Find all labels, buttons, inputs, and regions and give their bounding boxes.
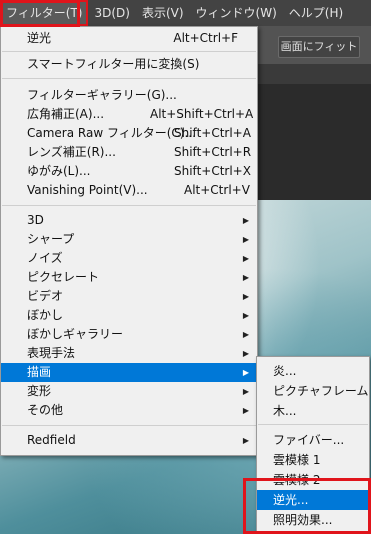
menu-item-filter-gallery[interactable]: フィルターギャラリー(G)... [1, 86, 257, 105]
submenu-item-label: 逆光... [273, 493, 309, 507]
submenu-item-label: 照明効果... [273, 513, 333, 527]
menu-3d[interactable]: 3D(D) [88, 0, 135, 26]
submenu-arrow-icon: ▶ [242, 368, 249, 377]
menu-item-label: Camera Raw フィルター(C)... [27, 126, 196, 140]
submenu-item-label: ファイバー... [273, 433, 345, 447]
menu-item-label: 描画 [27, 365, 52, 379]
submenu-arrow-icon: ▶ [242, 235, 249, 244]
menu-item-pixelate[interactable]: ピクセレート ▶ [1, 268, 257, 287]
menu-item-shortcut: Shift+Ctrl+A [174, 126, 251, 140]
menu-item-label: 変形 [27, 384, 52, 398]
menu-item-label: ビデオ [27, 289, 64, 303]
submenu-item-clouds-2[interactable]: 雲模様 2 [257, 470, 369, 490]
menu-help[interactable]: ヘルプ(H) [283, 0, 349, 26]
menu-item-label: 表現手法 [27, 346, 76, 360]
submenu-item-lens-flare[interactable]: 逆光... [257, 490, 369, 510]
menu-window[interactable]: ウィンドウ(W) [190, 0, 283, 26]
submenu-arrow-icon: ▶ [242, 330, 249, 339]
menu-separator [2, 78, 256, 79]
submenu-item-flame[interactable]: 炎... [257, 361, 369, 381]
menu-item-distort[interactable]: 変形 ▶ [1, 382, 257, 401]
menu-item-label: 3D [27, 213, 44, 227]
menu-separator [2, 425, 256, 426]
submenu-item-label: 木... [273, 404, 297, 418]
render-submenu: 炎... ピクチャフレーム... 木... ファイバー... 雲模様 1 雲模様… [256, 356, 370, 534]
submenu-item-lighting-effects[interactable]: 照明効果... [257, 510, 369, 530]
submenu-item-label: ピクチャフレーム... [273, 384, 370, 398]
menu-item-blur[interactable]: ぼかし ▶ [1, 306, 257, 325]
menu-separator [2, 51, 256, 52]
menu-bar: フィルター(T) 3D(D) 表示(V) ウィンドウ(W) ヘルプ(H) [0, 0, 371, 26]
menu-item-stylize[interactable]: 表現手法 ▶ [1, 344, 257, 363]
menu-item-vanishing-point[interactable]: Vanishing Point(V)... Alt+Ctrl+V [1, 181, 257, 200]
submenu-item-tree[interactable]: 木... [257, 401, 369, 421]
menu-item-shortcut: Shift+Ctrl+R [174, 145, 252, 159]
submenu-arrow-icon: ▶ [242, 273, 249, 282]
menu-item-shortcut: Alt+Ctrl+F [173, 31, 238, 45]
submenu-item-label: 雲模様 1 [273, 453, 321, 467]
menu-item-label: スマートフィルター用に変換(S) [27, 57, 200, 71]
menu-separator [2, 205, 256, 206]
submenu-arrow-icon: ▶ [242, 436, 249, 445]
menu-item-label: レンズ補正(R)... [27, 145, 116, 159]
menu-item-label: ノイズ [27, 251, 63, 265]
menu-item-shortcut: Alt+Shift+Ctrl+A [150, 107, 254, 121]
submenu-arrow-icon: ▶ [242, 387, 249, 396]
menu-item-label: ピクセレート [27, 270, 100, 284]
menu-item-label: ぼかしギャラリー [27, 327, 124, 341]
submenu-item-picture-frame[interactable]: ピクチャフレーム... [257, 381, 369, 401]
fit-screen-button[interactable]: 画面にフィット [278, 36, 360, 58]
menu-item-label: その他 [27, 403, 64, 417]
menu-item-label: ぼかし [27, 308, 64, 322]
menu-item-shortcut: Shift+Ctrl+X [174, 164, 251, 178]
menu-item-noise[interactable]: ノイズ ▶ [1, 249, 257, 268]
menu-item-redfield[interactable]: Redfield ▶ [1, 431, 257, 450]
menu-item-other[interactable]: その他 ▶ [1, 401, 257, 420]
menu-item-blur-gallery[interactable]: ぼかしギャラリー ▶ [1, 325, 257, 344]
submenu-item-fibers[interactable]: ファイバー... [257, 430, 369, 450]
submenu-item-label: 炎... [273, 364, 297, 378]
menu-item-liquify[interactable]: ゆがみ(L)... Shift+Ctrl+X [1, 162, 257, 181]
menu-item-label: ゆがみ(L)... [27, 164, 91, 178]
submenu-arrow-icon: ▶ [242, 406, 249, 415]
menu-item-shortcut: Alt+Ctrl+V [184, 183, 250, 197]
submenu-item-label: 雲模様 2 [273, 473, 321, 487]
menu-item-video[interactable]: ビデオ ▶ [1, 287, 257, 306]
submenu-arrow-icon: ▶ [242, 349, 249, 358]
menu-item-sharpen[interactable]: シャープ ▶ [1, 230, 257, 249]
menu-item-render[interactable]: 描画 ▶ [1, 363, 257, 382]
menu-item-convert-smart-filter[interactable]: スマートフィルター用に変換(S) [1, 55, 257, 74]
menu-item-label: シャープ [27, 232, 75, 246]
menu-item-adaptive-wide-angle[interactable]: 広角補正(A)... Alt+Shift+Ctrl+A [1, 105, 257, 124]
menu-item-last-filter[interactable]: 逆光 Alt+Ctrl+F [1, 29, 257, 48]
menu-item-label: 広角補正(A)... [27, 107, 105, 121]
menu-item-label: Vanishing Point(V)... [27, 183, 148, 197]
menu-item-label: 逆光 [27, 31, 52, 45]
menu-item-label: Redfield [27, 433, 76, 447]
menu-item-3d[interactable]: 3D ▶ [1, 211, 257, 230]
filter-menu: 逆光 Alt+Ctrl+F スマートフィルター用に変換(S) フィルターギャラリ… [0, 26, 258, 456]
submenu-arrow-icon: ▶ [242, 311, 249, 320]
menu-item-lens-correction[interactable]: レンズ補正(R)... Shift+Ctrl+R [1, 143, 257, 162]
submenu-item-clouds-1[interactable]: 雲模様 1 [257, 450, 369, 470]
menu-separator [258, 424, 368, 425]
submenu-arrow-icon: ▶ [242, 216, 249, 225]
menu-item-camera-raw[interactable]: Camera Raw フィルター(C)... Shift+Ctrl+A [1, 124, 257, 143]
submenu-arrow-icon: ▶ [242, 292, 249, 301]
menu-view[interactable]: 表示(V) [136, 0, 190, 26]
menu-filter[interactable]: フィルター(T) [0, 0, 89, 26]
submenu-arrow-icon: ▶ [242, 254, 249, 263]
menu-item-label: フィルターギャラリー(G)... [27, 88, 177, 102]
